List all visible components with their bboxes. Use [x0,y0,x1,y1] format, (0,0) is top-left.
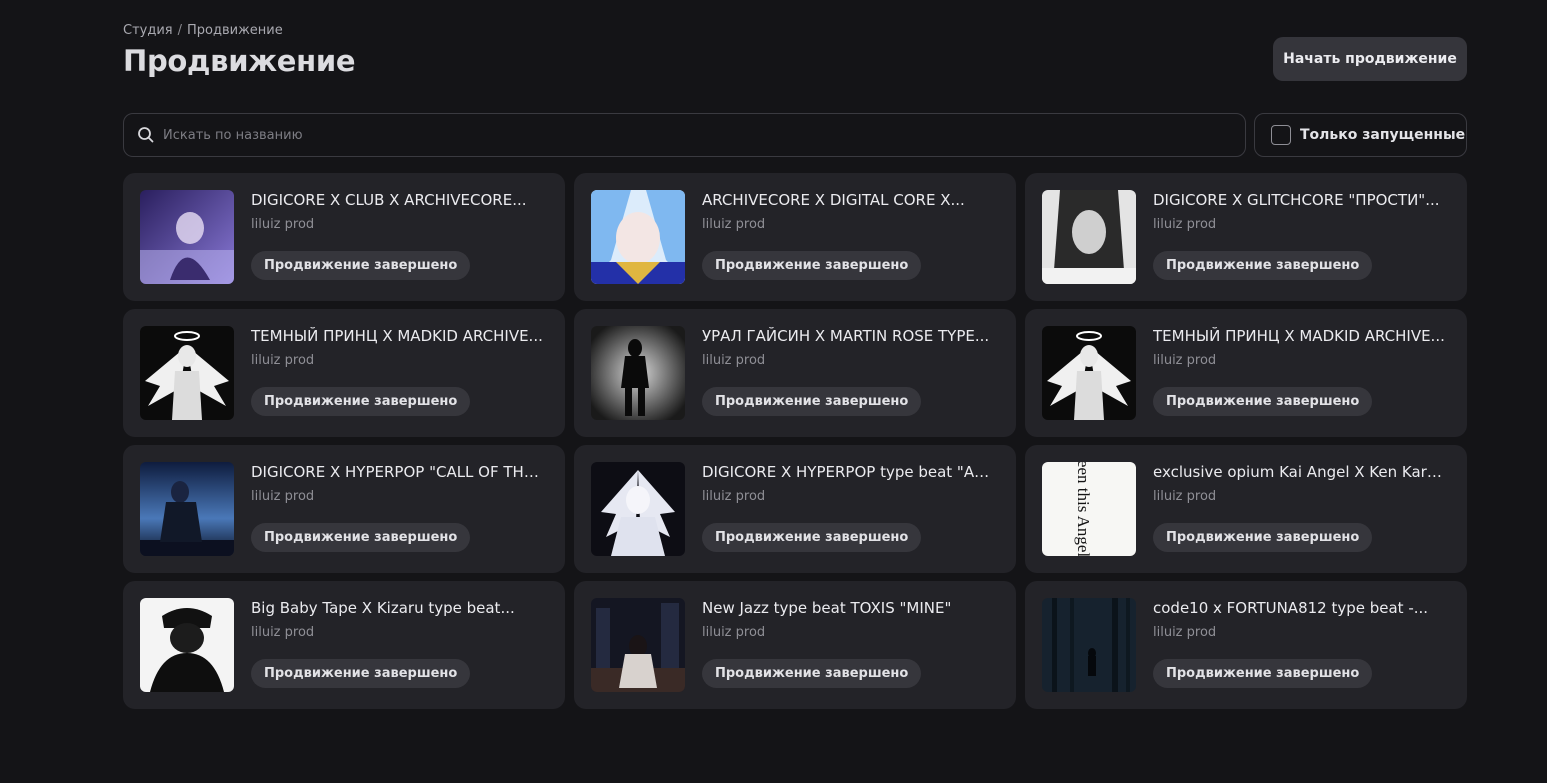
status-badge: Продвижение завершено [251,659,471,688]
cover-anime-couple-purple [140,190,234,284]
cover-angel-bw [1042,326,1136,420]
breadcrumb-separator: / [177,23,182,38]
track-artist: liluiz prod [1153,489,1217,504]
cover-text-seen-this-angel: seen this Angel? [1042,462,1136,556]
track-title: exclusive opium Kai Angel X Ken Karson..… [1153,463,1445,481]
cover-grey-girl [1042,190,1136,284]
search-icon [137,126,155,144]
status-badge: Продвижение завершено [1153,251,1373,280]
status-badge: Продвижение завершено [1153,523,1373,552]
track-title: code10 x FORTUNA812 type beat -... [1153,599,1429,617]
promotion-card[interactable]: DIGICORE X CLUB X ARCHIVECORE... liluiz … [123,173,565,301]
track-artist: liluiz prod [702,625,766,640]
promotion-card[interactable]: DIGICORE X HYPERPOP type beat "ALL... li… [574,445,1016,573]
promotion-card[interactable]: seen this Angel? exclusive opium Kai Ang… [1025,445,1467,573]
promotion-card[interactable]: DIGICORE X GLITCHCORE "ПРОСТИ"... liluiz… [1025,173,1467,301]
track-title: ТЕМНЫЙ ПРИНЦ X MADKID ARCHIVE... [1153,327,1445,345]
track-artist: liluiz prod [251,489,315,504]
promotion-card[interactable]: ARCHIVECORE X DIGITAL CORE X... liluiz p… [574,173,1016,301]
track-title: New Jazz type beat TOXIS "MINE" [702,599,952,617]
status-badge: Продвижение завершено [1153,387,1373,416]
breadcrumb: Студия / Продвижение [123,23,283,38]
search-input[interactable] [163,114,1245,156]
track-title: Big Baby Tape X Kizaru type beat... [251,599,515,617]
track-artist: liluiz prod [702,217,766,232]
status-badge: Продвижение завершено [1153,659,1373,688]
track-title: DIGICORE X HYPERPOP "CALL OF THE... [251,463,543,481]
promotion-card[interactable]: ТЕМНЫЙ ПРИНЦ X MADKID ARCHIVE... liluiz … [1025,309,1467,437]
track-artist: liluiz prod [702,353,766,368]
promotion-card[interactable]: Big Baby Tape X Kizaru type beat... lilu… [123,581,565,709]
promotion-grid: DIGICORE X CLUB X ARCHIVECORE... liluiz … [123,173,1467,709]
status-badge: Продвижение завершено [251,523,471,552]
only-running-filter[interactable]: Только запущенные [1254,113,1467,157]
track-artist: liluiz prod [1153,353,1217,368]
track-artist: liluiz prod [251,217,315,232]
track-title: DIGICORE X GLITCHCORE "ПРОСТИ"... [1153,191,1440,209]
promotion-card[interactable]: New Jazz type beat TOXIS "MINE" liluiz p… [574,581,1016,709]
breadcrumb-current: Продвижение [187,23,283,38]
status-badge: Продвижение завершено [702,659,922,688]
track-title: УРАЛ ГАЙСИН X MARTIN ROSE TYPE... [702,327,990,345]
search-box[interactable] [123,113,1246,157]
promotion-card[interactable]: DIGICORE X HYPERPOP "CALL OF THE... lilu… [123,445,565,573]
track-artist: liluiz prod [1153,217,1217,232]
cover-anime-blue-hair [591,190,685,284]
only-running-checkbox[interactable] [1271,125,1291,145]
cover-white-angel [591,462,685,556]
track-title: ARCHIVECORE X DIGITAL CORE X... [702,191,965,209]
status-badge: Продвижение завершено [251,251,471,280]
cover-dark-forest [1042,598,1136,692]
status-badge: Продвижение завершено [702,251,922,280]
cover-night-city-blue [140,462,234,556]
cover-bw-portrait [140,598,234,692]
track-artist: liluiz prod [702,489,766,504]
status-badge: Продвижение завершено [702,387,922,416]
cover-angel-bw [140,326,234,420]
only-running-label: Только запущенные [1300,127,1466,143]
track-artist: liluiz prod [251,353,315,368]
status-badge: Продвижение завершено [251,387,471,416]
cover-text: seen this Angel? [1074,462,1093,556]
start-promotion-button[interactable]: Начать продвижение [1273,37,1467,81]
track-title: DIGICORE X HYPERPOP type beat "ALL... [702,463,994,481]
track-title: ТЕМНЫЙ ПРИНЦ X MADKID ARCHIVE... [251,327,543,345]
status-badge: Продвижение завершено [702,523,922,552]
promotion-card[interactable]: УРАЛ ГАЙСИН X MARTIN ROSE TYPE... liluiz… [574,309,1016,437]
cover-city-girl-night [591,598,685,692]
track-artist: liluiz prod [251,625,315,640]
track-title: DIGICORE X CLUB X ARCHIVECORE... [251,191,527,209]
breadcrumb-studio-link[interactable]: Студия [123,23,173,38]
track-artist: liluiz prod [1153,625,1217,640]
promotion-card[interactable]: code10 x FORTUNA812 type beat -... lilui… [1025,581,1467,709]
page-title: Продвижение [123,44,356,78]
cover-dark-figure [591,326,685,420]
promotion-card[interactable]: ТЕМНЫЙ ПРИНЦ X MADKID ARCHIVE... liluiz … [123,309,565,437]
